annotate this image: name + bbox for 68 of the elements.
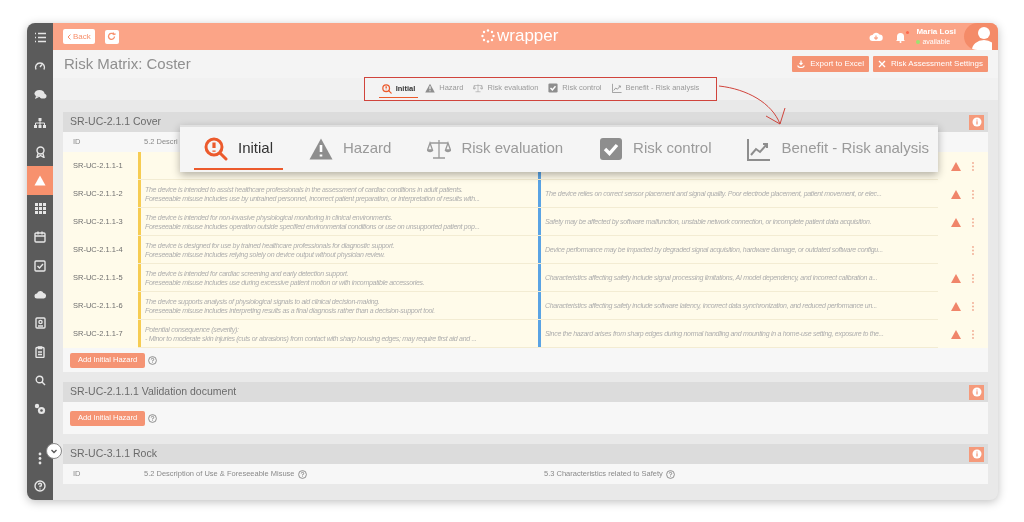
help-icon[interactable] (665, 469, 675, 479)
chevron-left-icon (67, 33, 71, 40)
logo-text: wrapper (497, 27, 559, 44)
back-button[interactable]: Back (63, 29, 95, 44)
grid-icon (34, 203, 46, 215)
search-alert-icon (204, 136, 228, 161)
scales-icon (473, 83, 484, 93)
warning-icon (951, 189, 961, 199)
callout-arrow (717, 83, 787, 127)
sidebar-item[interactable] (27, 165, 53, 195)
info-button[interactable] (969, 114, 984, 130)
warning-icon (425, 83, 436, 93)
clipboard-icon (35, 345, 45, 358)
help-icon (34, 480, 46, 492)
tab[interactable]: Risk evaluation (417, 129, 574, 170)
warning-icon (951, 301, 961, 311)
checkbox-icon (34, 260, 46, 273)
warning-icon (951, 329, 961, 339)
search-alert-icon (381, 83, 392, 94)
help-icon[interactable] (297, 469, 307, 479)
cloud-icon (33, 290, 47, 300)
warning-icon (309, 136, 334, 161)
tab[interactable]: Risk control (589, 129, 722, 170)
warning-icon (951, 217, 961, 227)
more-icon (38, 451, 42, 465)
user-name: Maria Losi (916, 28, 956, 36)
warning-icon (34, 174, 46, 186)
checkbox-icon (548, 83, 559, 93)
table-row[interactable] (63, 264, 988, 292)
action-button[interactable]: Export to Excel (792, 56, 869, 72)
table-row[interactable] (63, 208, 988, 236)
bell-icon[interactable] (895, 30, 907, 43)
table-row[interactable] (63, 236, 988, 264)
tab[interactable]: Benefit - Risk analysis (737, 129, 940, 170)
tab[interactable]: Initial (194, 129, 284, 170)
cloud-download-icon[interactable] (869, 31, 884, 42)
award-icon (34, 145, 46, 158)
warning-icon (951, 161, 961, 171)
line-chart-icon (747, 136, 772, 161)
section-title: SR-UC-2.1.1.1 Validation document (70, 384, 237, 400)
id-badge-icon (34, 317, 46, 330)
help-icon[interactable] (148, 355, 158, 365)
chat-icon (33, 89, 47, 100)
tab[interactable]: Hazard (299, 129, 402, 170)
section-title: SR-UC-3.1.1 Rock (70, 446, 157, 462)
gauge-icon (34, 59, 46, 72)
collapse-button[interactable] (46, 443, 62, 459)
table-row[interactable] (63, 180, 988, 208)
section-title: SR-UC-2.1.1 Cover (70, 114, 162, 130)
action-button[interactable]: Risk Assessment Settings (872, 56, 988, 72)
warning-icon (951, 273, 961, 283)
export-icon (797, 60, 806, 68)
help-icon[interactable] (148, 413, 158, 423)
table-row[interactable] (63, 320, 988, 348)
chevron-down-icon (50, 447, 58, 455)
page-title: Risk Matrix: Coster (64, 53, 191, 74)
calendar-icon (34, 231, 46, 244)
gears-icon (34, 403, 46, 415)
logo-icon (481, 28, 495, 43)
menu-icon (33, 31, 47, 43)
refresh-button[interactable] (104, 29, 119, 44)
info-button[interactable] (969, 446, 984, 462)
org-chart-icon (34, 117, 46, 129)
checkbox-icon (599, 136, 624, 161)
info-button[interactable] (969, 384, 984, 400)
table-row[interactable] (63, 292, 988, 320)
search-icon (34, 374, 46, 386)
line-chart-icon (611, 83, 622, 93)
